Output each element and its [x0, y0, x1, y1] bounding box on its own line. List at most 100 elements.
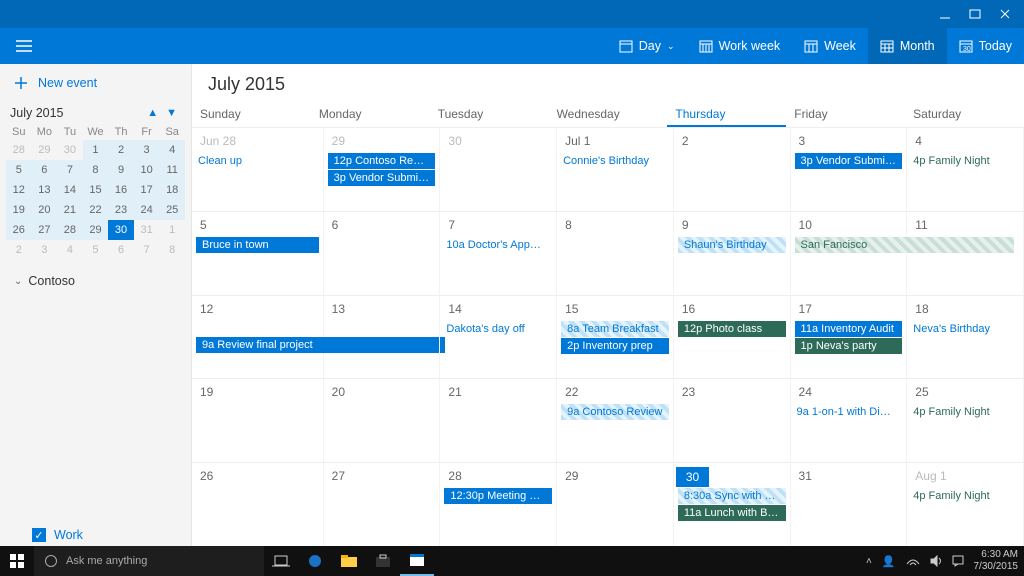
event[interactable]: 3p Vendor Submissions — [328, 170, 436, 186]
task-view-button[interactable] — [264, 546, 298, 576]
minical-day[interactable]: 4 — [57, 240, 83, 260]
window-close-button[interactable] — [990, 0, 1020, 28]
day-cell[interactable]: 4 4p Family Night — [907, 127, 1024, 211]
taskbar-file-explorer[interactable] — [332, 546, 366, 576]
day-cell[interactable]: 17 11a Inventory Audit 1p Neva's party — [791, 295, 908, 379]
event[interactable]: Bruce in town — [196, 237, 319, 253]
window-maximize-button[interactable] — [960, 0, 990, 28]
start-button[interactable] — [0, 553, 34, 569]
minical-day[interactable]: 17 — [134, 180, 160, 200]
day-cell[interactable]: 23 — [674, 378, 791, 462]
day-cell[interactable]: 10 San Fancisco — [791, 211, 908, 295]
taskbar-calendar[interactable] — [400, 546, 434, 576]
day-cell[interactable]: 31 — [791, 462, 908, 546]
day-cell[interactable]: 21 — [440, 378, 557, 462]
event[interactable]: 12p Contoso Review — [328, 153, 436, 169]
minical-next-button[interactable]: ▼ — [166, 107, 177, 119]
minical-day[interactable]: 1 — [83, 140, 109, 160]
minical-day[interactable]: 28 — [6, 140, 32, 160]
event[interactable]: 1p Neva's party — [795, 338, 903, 354]
event[interactable]: 2p Inventory prep — [561, 338, 669, 354]
day-cell[interactable]: 15 8a Team Breakfast 2p Inventory prep — [557, 295, 674, 379]
minical-day[interactable]: 16 — [108, 180, 134, 200]
day-cell[interactable]: 11 — [907, 211, 1024, 295]
minical-day[interactable]: 4 — [159, 140, 185, 160]
taskbar-edge[interactable] — [298, 546, 332, 576]
day-cell[interactable]: 16 12p Photo class — [674, 295, 791, 379]
minical-day[interactable]: 2 — [108, 140, 134, 160]
day-cell[interactable]: 28 12:30p Meeting with M — [440, 462, 557, 546]
minical-day[interactable]: 13 — [32, 180, 58, 200]
tray-people-icon[interactable]: 👤 — [882, 555, 896, 568]
day-cell[interactable]: 2 — [674, 127, 791, 211]
day-cell[interactable]: 30 — [440, 127, 557, 211]
event[interactable]: Connie's Birthday — [561, 153, 669, 169]
minical-day[interactable]: 29 — [83, 220, 109, 240]
minical-day[interactable]: 19 — [6, 200, 32, 220]
minical-day[interactable]: 25 — [159, 200, 185, 220]
event[interactable]: Clean up — [196, 153, 319, 169]
minical-day[interactable]: 23 — [108, 200, 134, 220]
volume-icon[interactable] — [930, 555, 942, 567]
minical-day[interactable]: 8 — [159, 240, 185, 260]
day-cell[interactable]: 14 Dakota's day off — [440, 295, 557, 379]
minical-day[interactable]: 20 — [32, 200, 58, 220]
event[interactable]: Dakota's day off — [444, 321, 552, 337]
taskbar-store[interactable] — [366, 546, 400, 576]
event[interactable]: 4p Family Night — [911, 488, 1019, 504]
new-event-button[interactable]: New event — [0, 64, 191, 102]
minical-day[interactable]: 3 — [134, 140, 160, 160]
event[interactable]: 11a Inventory Audit — [795, 321, 903, 337]
minical-day[interactable]: 11 — [159, 160, 185, 180]
day-cell[interactable]: 26 — [192, 462, 324, 546]
event[interactable]: 3p Vendor Submissions — [795, 153, 903, 169]
minical-day[interactable]: 6 — [32, 160, 58, 180]
minical-day[interactable]: 26 — [6, 220, 32, 240]
view-week-button[interactable]: Week — [792, 28, 868, 64]
action-center-icon[interactable] — [952, 555, 964, 567]
minical-day[interactable]: 14 — [57, 180, 83, 200]
minical-day[interactable]: 6 — [108, 240, 134, 260]
minical-day[interactable]: 15 — [83, 180, 109, 200]
day-cell[interactable]: 12 9a Review final project — [192, 295, 324, 379]
day-cell[interactable]: 27 — [324, 462, 441, 546]
day-cell[interactable]: 5 Bruce in town — [192, 211, 324, 295]
minical-day[interactable]: 31 — [134, 220, 160, 240]
event[interactable]: Shaun's Birthday — [678, 237, 786, 253]
day-cell[interactable]: 3 3p Vendor Submissions — [791, 127, 908, 211]
event[interactable]: 8:30a Sync with Tony — [678, 488, 786, 504]
minical-day[interactable]: 2 — [6, 240, 32, 260]
event[interactable]: 4p Family Night — [911, 404, 1019, 420]
minical-day[interactable]: 21 — [57, 200, 83, 220]
day-cell[interactable]: 13 — [324, 295, 441, 379]
day-cell[interactable]: Aug 1 4p Family Night — [907, 462, 1024, 546]
view-workweek-button[interactable]: Work week — [687, 28, 793, 64]
day-cell[interactable]: 29 — [557, 462, 674, 546]
wifi-icon[interactable] — [906, 555, 920, 567]
minical-day[interactable]: 10 — [134, 160, 160, 180]
day-cell[interactable]: 6 — [324, 211, 441, 295]
minical-day[interactable]: 9 — [108, 160, 134, 180]
view-day-button[interactable]: Day ⌄ — [607, 28, 687, 64]
minical-day[interactable]: 1 — [159, 220, 185, 240]
minical-day[interactable]: 30 — [57, 140, 83, 160]
event[interactable]: 11a Lunch with Barbra — [678, 505, 786, 521]
day-cell[interactable]: 22 9a Contoso Review — [557, 378, 674, 462]
minical-title[interactable]: July 2015 — [10, 106, 64, 120]
minical-day[interactable]: 8 — [83, 160, 109, 180]
account-contoso-toggle[interactable]: ⌄ Contoso — [10, 268, 181, 294]
minical-day[interactable]: 7 — [57, 160, 83, 180]
minical-day[interactable]: 18 — [159, 180, 185, 200]
day-cell[interactable]: 9 Shaun's Birthday — [674, 211, 791, 295]
minical-prev-button[interactable]: ▲ — [147, 107, 158, 119]
window-minimize-button[interactable] — [930, 0, 960, 28]
day-cell[interactable]: 7 10a Doctor's Appoint — [440, 211, 557, 295]
day-cell[interactable]: Jun 28 Clean up — [192, 127, 324, 211]
day-cell[interactable]: 24 9a 1-on-1 with Diana — [791, 378, 908, 462]
event[interactable]: 12p Photo class — [678, 321, 786, 337]
tray-overflow-button[interactable]: ˄ — [866, 556, 872, 567]
view-month-button[interactable]: Month — [868, 28, 947, 64]
event[interactable]: Neva's Birthday — [911, 321, 1019, 337]
day-cell[interactable]: 18 Neva's Birthday — [907, 295, 1024, 379]
calendar-work-toggle[interactable]: ✓ Work — [10, 294, 181, 576]
